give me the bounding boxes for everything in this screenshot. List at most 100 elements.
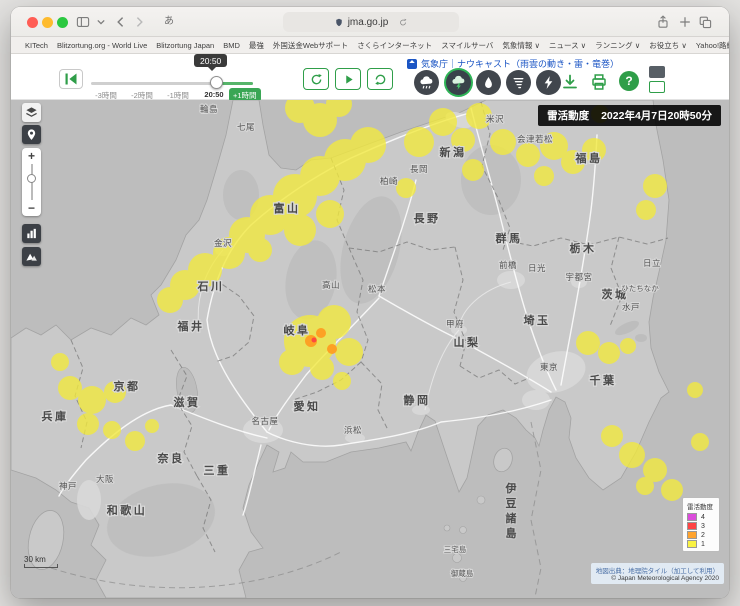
svg-text:新潟: 新潟 bbox=[440, 145, 467, 159]
translate-icon[interactable]: あ bbox=[161, 14, 177, 30]
legend-swatch bbox=[687, 531, 697, 539]
jma-page-link[interactable]: 気象庁｜ナウキャスト（雨雲の動き・雷・竜巻） bbox=[407, 57, 619, 70]
bookmark-item[interactable]: KITech bbox=[25, 41, 48, 50]
attribution-source[interactable]: 地図出典：地理院タイル（加工して利用） bbox=[596, 565, 719, 575]
zoom-slider-handle[interactable] bbox=[27, 174, 36, 183]
download-button[interactable] bbox=[559, 71, 581, 93]
skip-to-start-button[interactable] bbox=[59, 69, 83, 89]
legend-row: 4 bbox=[687, 513, 715, 521]
tab-overview-icon[interactable] bbox=[697, 14, 713, 30]
svg-text:滋賀: 滋賀 bbox=[174, 395, 201, 409]
bookmarks-bar: KITech Blitzortung.org - World Live Blitzo… bbox=[11, 37, 729, 54]
svg-text:富山: 富山 bbox=[274, 201, 301, 215]
map-attribution: 地図出典：地理院タイル（加工して利用） © Japan Meteorologic… bbox=[591, 563, 724, 584]
layer-button-rain[interactable] bbox=[414, 70, 439, 95]
bookmark-item[interactable]: スマイルサーバ bbox=[441, 40, 493, 51]
svg-text:名古屋: 名古屋 bbox=[251, 416, 278, 426]
attribution-copyright: © Japan Meteorological Agency 2020 bbox=[596, 575, 719, 582]
svg-text:宇都宮: 宇都宮 bbox=[565, 272, 592, 282]
close-window-button[interactable] bbox=[27, 17, 38, 28]
layer-info-box: 雷活動度 2022年4月7日20時50分 bbox=[538, 105, 721, 126]
bar-chart-icon bbox=[25, 227, 38, 240]
svg-text:栃木: 栃木 bbox=[570, 241, 597, 255]
svg-text:金沢: 金沢 bbox=[214, 238, 232, 248]
svg-text:愛知: 愛知 bbox=[294, 399, 321, 413]
japan-map[interactable]: 新潟福島栃木茨城群馬埼玉千葉山梨長野岐阜静岡愛知石川福井富山京都滋賀奈良三重和歌… bbox=[11, 100, 729, 598]
svg-text:和歌山: 和歌山 bbox=[107, 503, 148, 517]
bookmark-item[interactable]: 最強 bbox=[249, 40, 264, 51]
time-tooltip: 20:50 bbox=[194, 54, 227, 67]
bookmark-item[interactable]: Yahoo!路線情報 bbox=[696, 40, 729, 51]
browser-titlebar: あ jma.go.jp bbox=[11, 7, 729, 37]
svg-text:三重: 三重 bbox=[204, 463, 231, 477]
svg-text:大阪: 大阪 bbox=[96, 474, 114, 484]
svg-text:山梨: 山梨 bbox=[454, 335, 481, 349]
bookmark-item[interactable]: ニュース ∨ bbox=[549, 40, 586, 51]
zoom-window-button[interactable] bbox=[57, 17, 68, 28]
svg-text:京都: 京都 bbox=[114, 379, 141, 393]
new-tab-icon[interactable] bbox=[677, 14, 693, 30]
zoom-in-button[interactable]: + bbox=[22, 148, 41, 164]
help-label: ? bbox=[625, 74, 632, 88]
raindrop-icon bbox=[480, 74, 497, 91]
refresh-button[interactable] bbox=[303, 68, 329, 90]
bookmark-item[interactable]: ランニング ∨ bbox=[595, 40, 640, 51]
help-button[interactable]: ? bbox=[619, 71, 639, 91]
map-style-button[interactable] bbox=[22, 103, 41, 122]
bookmark-item[interactable]: 気象情報 ∨ bbox=[502, 40, 540, 51]
layer-button-thunder[interactable] bbox=[536, 70, 561, 95]
zoom-slider-track[interactable] bbox=[31, 164, 33, 200]
altitude-button[interactable] bbox=[22, 224, 41, 243]
nowcast-map[interactable]: 新潟福島栃木茨城群馬埼玉千葉山梨長野岐阜静岡愛知石川福井富山京都滋賀奈良三重和歌… bbox=[11, 100, 729, 598]
svg-text:松本: 松本 bbox=[368, 284, 386, 294]
forward-icon[interactable] bbox=[131, 14, 147, 30]
layer-button-tornado[interactable] bbox=[506, 70, 531, 95]
rain-cloud-icon bbox=[418, 74, 435, 91]
minimize-window-button[interactable] bbox=[42, 17, 53, 28]
svg-text:福井: 福井 bbox=[177, 319, 205, 333]
bookmark-item[interactable]: お役立ち ∨ bbox=[649, 40, 687, 51]
bookmark-item[interactable]: Blitzortung.org - World Live bbox=[57, 41, 147, 50]
svg-text:米沢: 米沢 bbox=[486, 114, 504, 124]
map-style-toggle-light[interactable] bbox=[649, 81, 665, 93]
svg-text:甲府: 甲府 bbox=[446, 319, 464, 329]
svg-text:浜松: 浜松 bbox=[344, 425, 362, 435]
map-style-toggle-dark[interactable] bbox=[649, 66, 665, 78]
back-icon[interactable] bbox=[113, 14, 129, 30]
location-pin-icon bbox=[25, 128, 38, 141]
layer-button-precipitation[interactable] bbox=[476, 70, 501, 95]
legend-swatch bbox=[687, 513, 697, 521]
print-button[interactable] bbox=[588, 71, 610, 93]
bookmark-item[interactable]: Blitzortung Japan bbox=[156, 41, 214, 50]
loop-button[interactable] bbox=[367, 68, 393, 90]
svg-text:東京: 東京 bbox=[540, 362, 558, 372]
layer-button-lightning[interactable] bbox=[446, 70, 471, 95]
chevron-down-icon[interactable] bbox=[93, 14, 109, 30]
svg-text:前橋: 前橋 bbox=[499, 260, 517, 270]
terrain-button[interactable] bbox=[22, 247, 41, 266]
bookmark-item[interactable]: さくらインターネット bbox=[357, 40, 432, 51]
legend-value: 1 bbox=[701, 541, 705, 548]
reload-icon[interactable] bbox=[398, 17, 408, 28]
sidebar-icon[interactable] bbox=[75, 14, 91, 30]
legend-rows: 4321 bbox=[687, 513, 715, 548]
time-slider-handle[interactable] bbox=[210, 76, 223, 89]
url-text: jma.go.jp bbox=[348, 17, 389, 28]
svg-text:兵庫: 兵庫 bbox=[42, 409, 69, 423]
printer-icon bbox=[589, 72, 609, 92]
current-location-button[interactable] bbox=[22, 125, 41, 144]
layers-icon bbox=[25, 106, 38, 119]
browser-window: あ jma.go.jp KITech Blitzortung.org - Worl… bbox=[11, 7, 729, 598]
play-button[interactable] bbox=[335, 68, 361, 90]
address-bar[interactable]: jma.go.jp bbox=[283, 12, 459, 32]
svg-text:福島: 福島 bbox=[575, 151, 603, 165]
bookmark-item[interactable]: BMD bbox=[223, 41, 240, 50]
legend-swatch bbox=[687, 540, 697, 548]
scale-bar: 30 km bbox=[24, 555, 58, 568]
zoom-out-button[interactable]: − bbox=[22, 200, 41, 216]
layer-name: 雷活動度 bbox=[547, 108, 589, 123]
legend-row: 1 bbox=[687, 540, 715, 548]
bookmark-item[interactable]: 外国送金Webサポート bbox=[273, 40, 348, 51]
layer-datetime: 2022年4月7日20時50分 bbox=[601, 108, 712, 123]
share-icon[interactable] bbox=[655, 14, 671, 30]
